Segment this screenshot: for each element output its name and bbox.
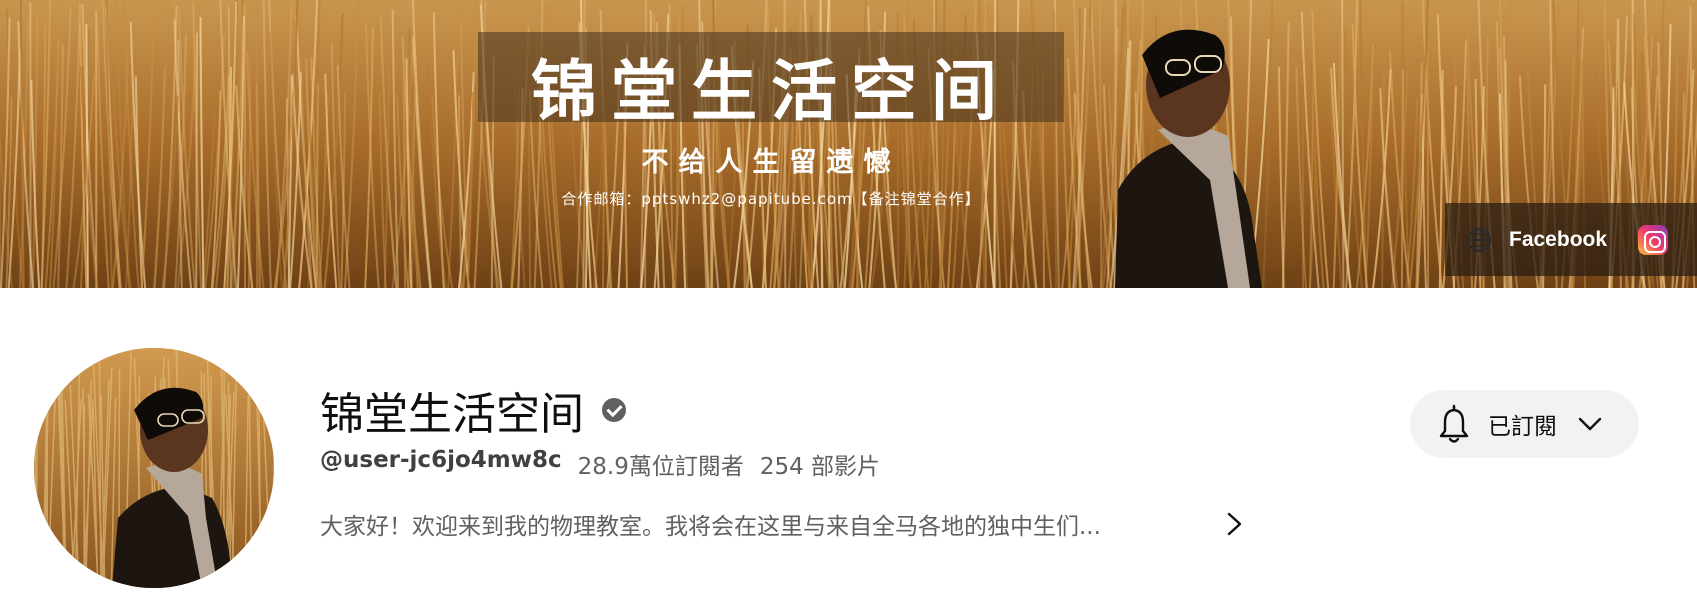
verified-check-icon <box>602 398 626 422</box>
channel-handle: @user-jc6jo4mw8c <box>320 447 562 473</box>
video-count: 254 部影片 <box>759 454 881 480</box>
avatar[interactable] <box>34 348 274 588</box>
channel-meta: @user-jc6jo4mw8c 28.9萬位訂閱者 254 部影片 <box>320 447 880 481</box>
channel-description[interactable]: 大家好！欢迎来到我的物理教室。我将会在这里与来自全马各地的独中生们... <box>320 507 1101 541</box>
chevron-down-icon <box>1578 417 1602 431</box>
chevron-right-icon[interactable] <box>1224 510 1246 538</box>
subscriber-count: 28.9萬位訂閱者 <box>577 454 744 480</box>
banner-title: 锦堂生活空间 <box>531 52 1011 130</box>
reed-stroke <box>195 32 198 288</box>
banner-subtitle: 不给人生留遗憾 <box>641 147 901 178</box>
subscribed-button[interactable]: 已訂閱 <box>1410 390 1639 458</box>
banner-contact-email: 合作邮箱：pptswhz2@papitube.com【备注锦堂合作】 <box>561 190 981 208</box>
avatar-image <box>34 348 274 588</box>
reed-stroke <box>34 384 39 588</box>
reed-stroke <box>255 0 259 288</box>
reed-stroke <box>1341 0 1345 288</box>
subscribed-label: 已訂閱 <box>1488 414 1557 440</box>
facebook-link[interactable]: Facebook <box>1509 228 1607 252</box>
channel-name-row: 锦堂生活空间 <box>320 378 626 442</box>
instagram-icon[interactable] <box>1638 225 1668 255</box>
bell-icon <box>1439 404 1469 443</box>
channel-name: 锦堂生活空间 <box>320 389 584 440</box>
globe-icon[interactable] <box>1465 226 1493 254</box>
channel-banner: 锦堂生活空间 不给人生留遗憾 合作邮箱：pptswhz2@papitube.co… <box>0 0 1697 288</box>
banner-links: Facebook <box>1445 203 1697 276</box>
